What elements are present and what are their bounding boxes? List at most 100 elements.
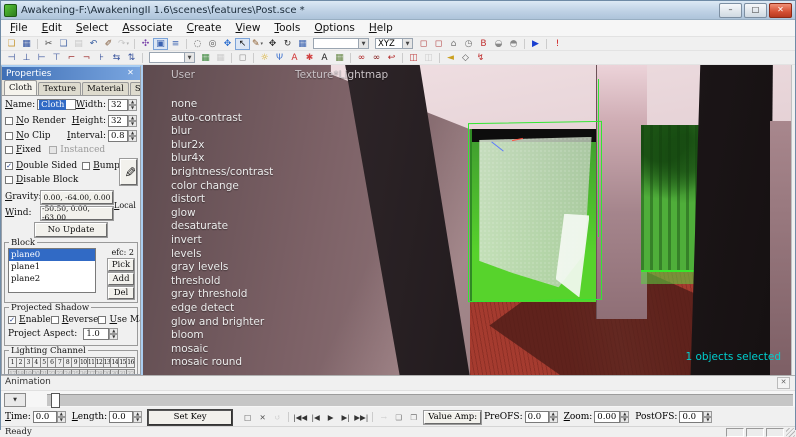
post-effect-option[interactable]: gray threshold	[171, 288, 273, 302]
post-effect-option[interactable]: blur2x	[171, 139, 273, 153]
name-field[interactable]: Cloth	[37, 99, 76, 110]
panel-close-icon[interactable]: ✕	[777, 377, 790, 389]
xyz-combo[interactable]: XYZ▼	[375, 38, 413, 49]
erase-button[interactable]: ✐	[101, 38, 116, 50]
menu-item[interactable]: Options	[307, 21, 362, 35]
align-corner2-button[interactable]: ¬	[79, 52, 94, 64]
sound-button[interactable]: ◄	[443, 52, 458, 64]
actor-button[interactable]: ↯	[473, 52, 488, 64]
grid-button[interactable]: ▦	[295, 38, 310, 50]
post-effect-option[interactable]: bloom	[171, 329, 273, 343]
fire-button[interactable]: A	[287, 52, 302, 64]
menu-item[interactable]: Tools	[267, 21, 307, 35]
picture-button[interactable]: ▦	[332, 52, 347, 64]
time-stepper[interactable]: 0.0	[33, 411, 66, 423]
post-effect-option[interactable]: desaturate	[171, 220, 273, 234]
vehicle3-button[interactable]: ↩	[384, 52, 399, 64]
post-effect-option[interactable]: edge detect	[171, 302, 273, 316]
wind-value-button[interactable]: -50.50, 0.00, -63.00	[41, 207, 113, 220]
copy-button[interactable]: ❑	[56, 38, 71, 50]
block-list[interactable]: plane0plane1plane2	[8, 248, 96, 293]
texture-mode-label[interactable]: Texture*Lightmap	[295, 69, 388, 81]
timeline-track[interactable]	[47, 394, 793, 406]
paste-key-button[interactable]: ❒	[406, 411, 421, 423]
disable-block-checkbox[interactable]	[5, 176, 13, 184]
zoom-button[interactable]: ◎	[205, 38, 220, 50]
go-start-button[interactable]: |◀◀	[292, 411, 308, 423]
properties-toggle-button[interactable]: ▣	[153, 38, 168, 50]
run-button[interactable]: !	[550, 38, 565, 50]
go-end-button[interactable]: ▶▶|	[353, 411, 369, 423]
selection-gizmo-box[interactable]	[468, 121, 602, 302]
render-mode-button[interactable]: ◒	[491, 38, 506, 50]
post-effect-option[interactable]: color change	[171, 180, 273, 194]
vehicle-button[interactable]: ∞	[354, 52, 369, 64]
double-sided-checkbox[interactable]	[5, 162, 13, 170]
open-button[interactable]: ❏	[4, 38, 19, 50]
particles-button[interactable]: ✱	[302, 52, 317, 64]
panel-close-icon[interactable]: ✕	[125, 68, 136, 79]
time-button[interactable]: ◷	[461, 38, 476, 50]
align-right-button[interactable]: ⊢	[34, 52, 49, 64]
region-zoom-button[interactable]: ◌	[190, 38, 205, 50]
post-effect-option[interactable]: brightness/contrast	[171, 166, 273, 180]
add-button[interactable]: Add	[108, 273, 134, 285]
zoom-stepper[interactable]: 0.00	[594, 411, 629, 423]
door-button[interactable]: ◫	[406, 52, 421, 64]
text-button[interactable]: A	[317, 52, 332, 64]
post-effect-option[interactable]: glow and brighter	[171, 316, 273, 330]
pan-button[interactable]: ✥	[220, 38, 235, 50]
block-item-plane0[interactable]: plane0	[9, 249, 95, 261]
distribute-h-button[interactable]: ⇆	[109, 52, 124, 64]
marquee2-button[interactable]: ◻	[431, 38, 446, 50]
no-clip-checkbox[interactable]	[5, 132, 13, 140]
select-button[interactable]: ↖	[235, 38, 250, 50]
export-button[interactable]: B	[476, 38, 491, 50]
maximize-button[interactable]: □	[744, 3, 767, 18]
rotate-button[interactable]: ↻	[280, 38, 295, 50]
value-amp-button[interactable]: Value Amp:	[424, 411, 481, 424]
viewport-3d[interactable]: User Texture*Lightmap noneauto-contrastb…	[143, 65, 792, 375]
lock-button[interactable]: ⌂	[446, 38, 461, 50]
tag-tool-button[interactable]: ✎	[120, 159, 137, 185]
image-button[interactable]: ▦	[198, 52, 213, 64]
align-center-button[interactable]: ⊥	[19, 52, 34, 64]
align-top-button[interactable]: ⊤	[49, 52, 64, 64]
tab-texture[interactable]: Texture	[38, 82, 81, 95]
post-effect-option[interactable]: mosaic	[171, 343, 273, 357]
project-aspect-stepper[interactable]: 1.0	[83, 328, 118, 340]
undo-button[interactable]: ↶	[86, 38, 101, 50]
track-dropdown[interactable]: ▼	[4, 393, 26, 407]
render-mode2-button[interactable]: ◓	[506, 38, 521, 50]
menu-item[interactable]: Help	[362, 21, 400, 35]
properties-panel-header[interactable]: Properties ✕	[2, 67, 140, 80]
post-effect-option[interactable]: invert	[171, 234, 273, 248]
align-corner-button[interactable]: ⌐	[64, 52, 79, 64]
copy-key-button[interactable]: ❑	[391, 411, 406, 423]
menu-item[interactable]: File	[3, 21, 35, 35]
minimize-button[interactable]: –	[719, 3, 742, 18]
pick-button[interactable]: Pick	[108, 259, 134, 271]
timeline-handle[interactable]	[51, 393, 60, 408]
menu-item[interactable]: View	[229, 21, 268, 35]
set-key-button[interactable]: Set Key	[148, 410, 232, 425]
shape-button[interactable]: ◻	[235, 52, 250, 64]
post-effect-option[interactable]: gray levels	[171, 261, 273, 275]
align-middle-button[interactable]: ⊦	[94, 52, 109, 64]
post-effect-option[interactable]: blur4x	[171, 152, 273, 166]
new-key-button[interactable]: □	[240, 411, 255, 423]
resize-grip[interactable]	[786, 428, 795, 437]
reverse-checkbox[interactable]	[51, 316, 59, 324]
post-effect-option[interactable]: glow	[171, 207, 273, 221]
interval-stepper[interactable]: 0.8	[108, 130, 137, 142]
enable-checkbox[interactable]	[8, 316, 16, 324]
width-stepper[interactable]: 32	[108, 99, 137, 111]
cut-button[interactable]: ✂	[41, 38, 56, 50]
menu-item[interactable]: Select	[69, 21, 115, 35]
list-view-button[interactable]: ≡	[168, 38, 183, 50]
gizmo-y-axis[interactable]	[598, 79, 599, 237]
fixed-checkbox[interactable]	[5, 146, 13, 154]
tab-shot[interactable]: Shot	[130, 82, 141, 95]
save-button[interactable]: ▦	[19, 38, 34, 50]
del-button[interactable]: Del	[108, 287, 134, 299]
